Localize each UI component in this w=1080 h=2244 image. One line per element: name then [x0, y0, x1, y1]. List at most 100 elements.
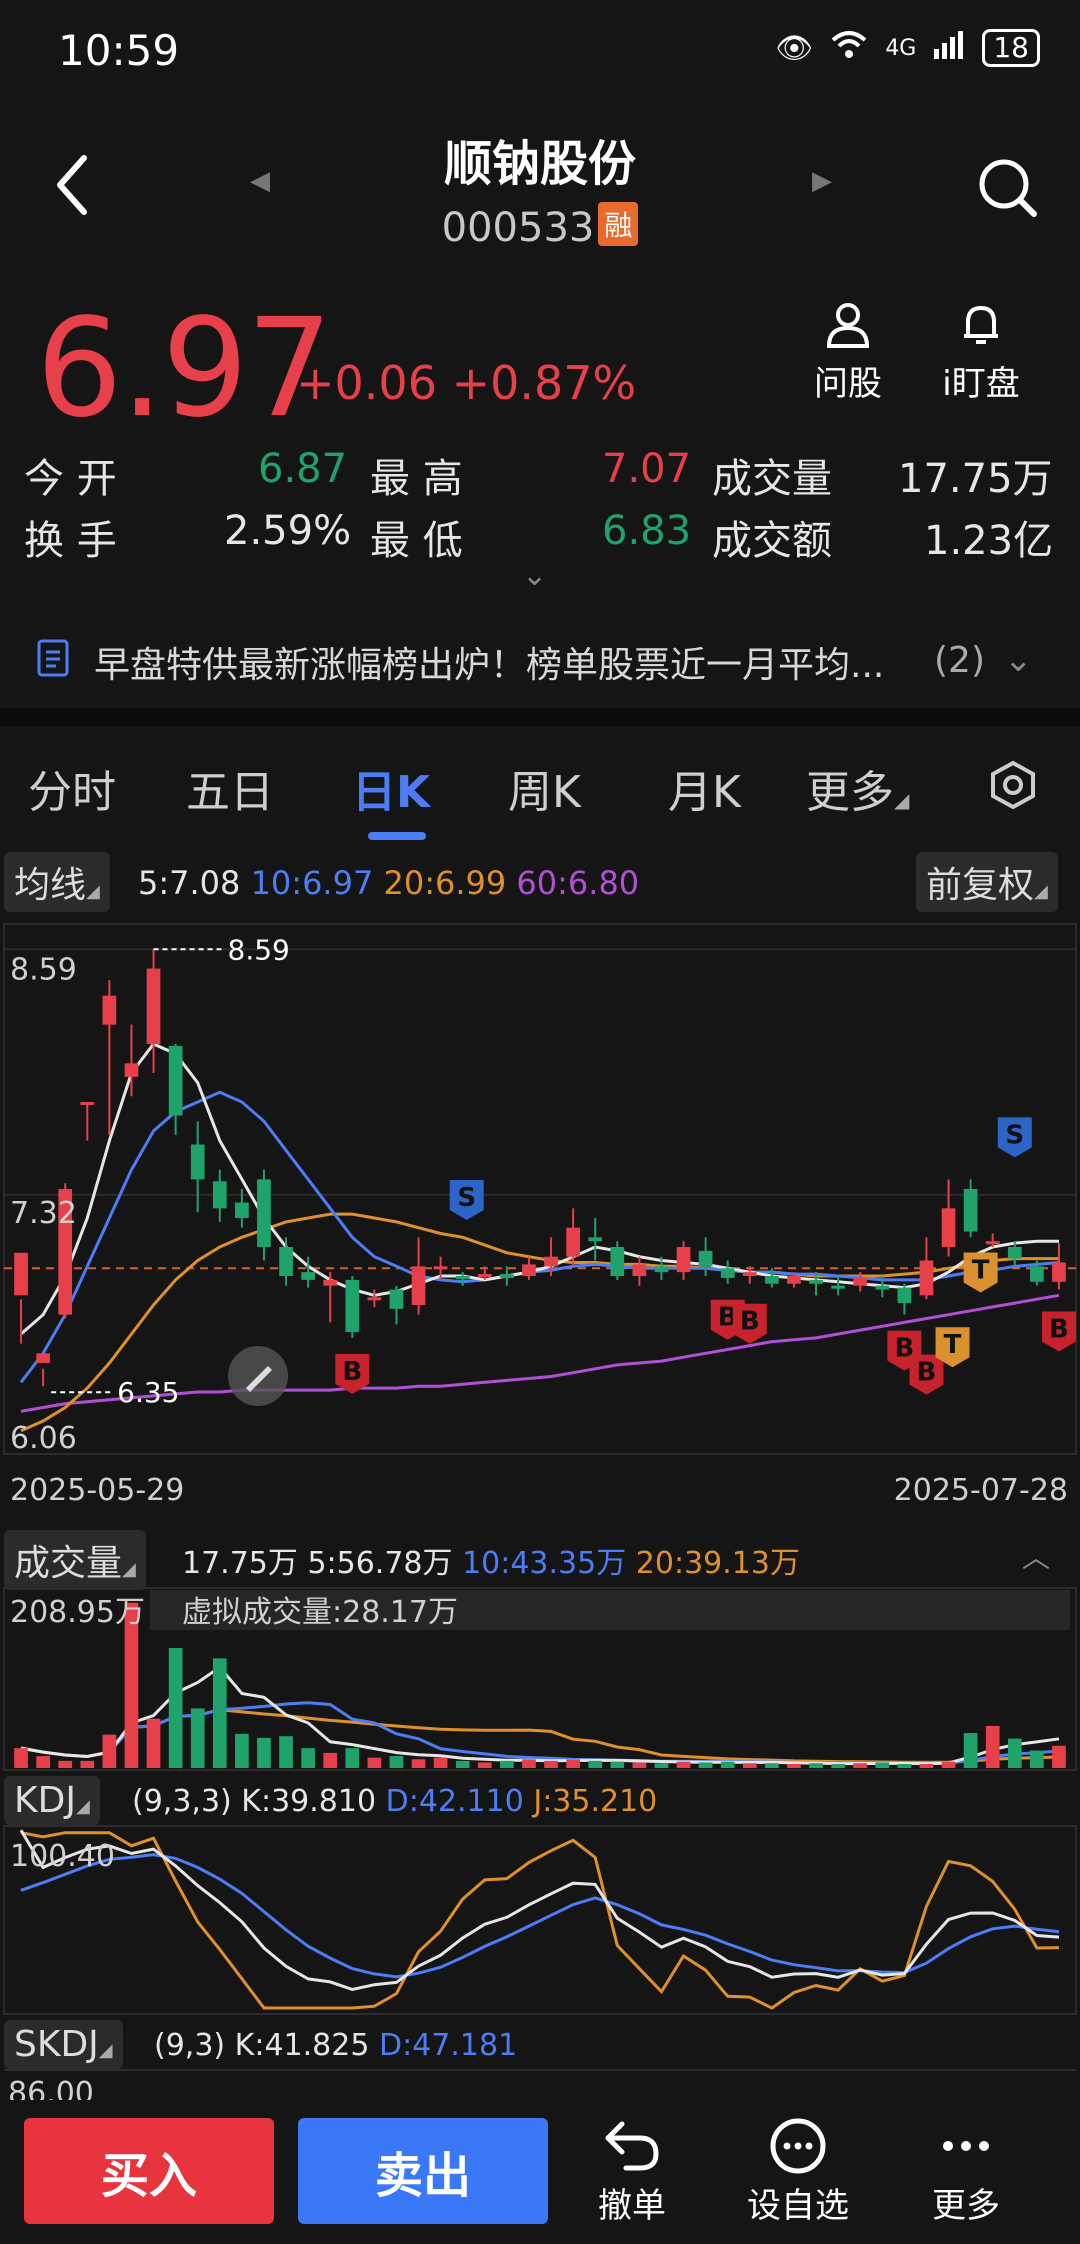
watch-button[interactable]: i盯盘 [916, 300, 1046, 405]
news-count: (2) [934, 640, 985, 681]
volume-bar [14, 1748, 28, 1768]
volume-bar [323, 1752, 338, 1768]
candle-body [323, 1279, 338, 1286]
search-button[interactable] [976, 156, 1040, 220]
candle-body [676, 1247, 691, 1273]
volume-bar [919, 1764, 934, 1768]
volume-bar [190, 1708, 205, 1768]
volume-bar [168, 1648, 183, 1768]
more-button[interactable]: 更多 [896, 2118, 1036, 2227]
candle-body [720, 1268, 735, 1278]
ask-stock-label: 问股 [814, 364, 882, 404]
volume-bar [742, 1763, 757, 1768]
tab-weekly-k[interactable]: 周K [508, 756, 581, 820]
volume-bar [102, 1734, 117, 1768]
active-tab-indicator [368, 832, 426, 840]
ma5-value: 5:7.08 [138, 864, 241, 902]
candle-body [455, 1276, 470, 1279]
price-change: +0.06 +0.87% [296, 356, 636, 410]
ma-indicator-selector[interactable]: 均线◢ [4, 852, 110, 912]
kdj-indicator-selector[interactable]: KDJ◢ [4, 1776, 100, 1825]
current-price: 6.97 [36, 290, 333, 448]
margin-badge: 融 [598, 202, 639, 246]
volume-bar [897, 1764, 912, 1768]
volume-bar [985, 1725, 1000, 1768]
amount-value: 1.23亿 [924, 518, 1054, 564]
candle-body [301, 1272, 315, 1280]
tab-five-day[interactable]: 五日 [186, 756, 274, 820]
sell-button[interactable]: 卖出 [298, 2118, 548, 2224]
ma10-value: 10:6.97 [250, 864, 374, 902]
volume-bar [654, 1763, 669, 1768]
volume-bar [720, 1761, 735, 1768]
volume-bar [345, 1748, 360, 1768]
candle-body [941, 1208, 956, 1247]
more-circle-icon [770, 2118, 826, 2174]
buy-marker: B [1041, 1311, 1076, 1352]
sell-marker-label: S [1005, 1120, 1024, 1150]
status-time: 10:59 [58, 26, 180, 75]
candle-body [787, 1276, 801, 1284]
volume-ma10: 10:43.35万 [462, 1546, 627, 1581]
candle-body [698, 1250, 713, 1267]
candle-body [853, 1277, 868, 1286]
collapse-chevron-icon[interactable]: ︿ [1022, 1536, 1050, 1576]
add-watchlist-button[interactable]: 设自选 [728, 2118, 868, 2227]
tab-more[interactable]: 更多◢ [806, 756, 909, 820]
volume-bar [301, 1748, 315, 1768]
candle-body [566, 1227, 580, 1257]
date-end: 2025-07-28 [894, 1473, 1068, 1508]
kline-chart[interactable]: BB BBBBSSTT 8.597.326.068.596.352025-05-2… [0, 920, 1080, 2100]
chevron-down-icon[interactable]: ⌄ [1004, 640, 1033, 680]
candle-body [168, 1045, 183, 1116]
volume-bar [676, 1761, 691, 1768]
volume-bar [765, 1763, 779, 1768]
volume-value: 17.75万 [898, 456, 1053, 502]
stock-name: 顺钠股份 [443, 136, 636, 192]
volume-bar [212, 1658, 227, 1768]
volume-bar [257, 1737, 271, 1768]
open-label: 今 开 [24, 456, 117, 502]
volume-bar [58, 1760, 73, 1768]
volume-indicator-selector[interactable]: 成交量◢ [4, 1530, 146, 1590]
tab-daily-k[interactable]: 日K [352, 756, 430, 820]
adjust-label: 前复权 [926, 865, 1035, 906]
turnover-label: 换 手 [24, 518, 117, 564]
buy-marker-label: B [740, 1307, 760, 1337]
open-value: 6.87 [258, 446, 348, 492]
kdj-d-line [20, 1853, 1060, 1979]
volume-bar [941, 1761, 956, 1768]
news-headline[interactable]: 早盘特供最新涨幅榜出炉！榜单股票近一月平均... [94, 636, 884, 688]
volume-bar [1052, 1745, 1066, 1768]
candle-body [212, 1181, 227, 1209]
expand-chevron-icon[interactable]: ⌄ [522, 558, 547, 593]
tab-monthly-k[interactable]: 月K [668, 756, 741, 820]
adjust-selector[interactable]: 前复权◢ [916, 852, 1058, 912]
skdj-legend: (9,3) K:41.825 D:47.181 [154, 2028, 517, 2063]
candle-body [588, 1237, 603, 1242]
low-label: 最 低 [370, 518, 463, 564]
turnover-value: 2.59% [224, 508, 352, 554]
battery-icon: 18 [982, 29, 1040, 67]
low-value: 6.83 [602, 508, 692, 554]
volume-bar [433, 1757, 448, 1768]
candle-body [875, 1285, 890, 1290]
max-marker-label: 8.59 [228, 933, 290, 966]
candle-body [963, 1189, 978, 1232]
volume-ma5: 5:56.78万 [307, 1546, 453, 1581]
cancel-order-button[interactable]: 撤单 [562, 2118, 702, 2227]
tab-intraday[interactable]: 分时 [28, 756, 116, 820]
ma-legend: 5:7.08 10:6.97 20:6.99 60:6.80 [138, 864, 639, 902]
ask-stock-button[interactable]: 问股 [783, 300, 913, 405]
chart-settings-button[interactable] [988, 760, 1038, 814]
skdj-indicator-selector[interactable]: SKDJ◢ [4, 2020, 123, 2069]
kdj-legend: (9,3,3) K:39.810 D:42.110 J:35.210 [132, 1784, 657, 1819]
kdj-indicator-label: KDJ [14, 1780, 76, 1821]
next-stock-arrow-icon[interactable]: ▶ [812, 166, 832, 196]
dropdown-icon: ◢ [75, 1796, 90, 1817]
ma20-value: 20:6.99 [383, 864, 507, 902]
volume-label: 成交量 [712, 456, 832, 502]
kdj-j: J:35.210 [533, 1784, 658, 1819]
candle-body [14, 1252, 28, 1296]
buy-button[interactable]: 买入 [24, 2118, 274, 2224]
